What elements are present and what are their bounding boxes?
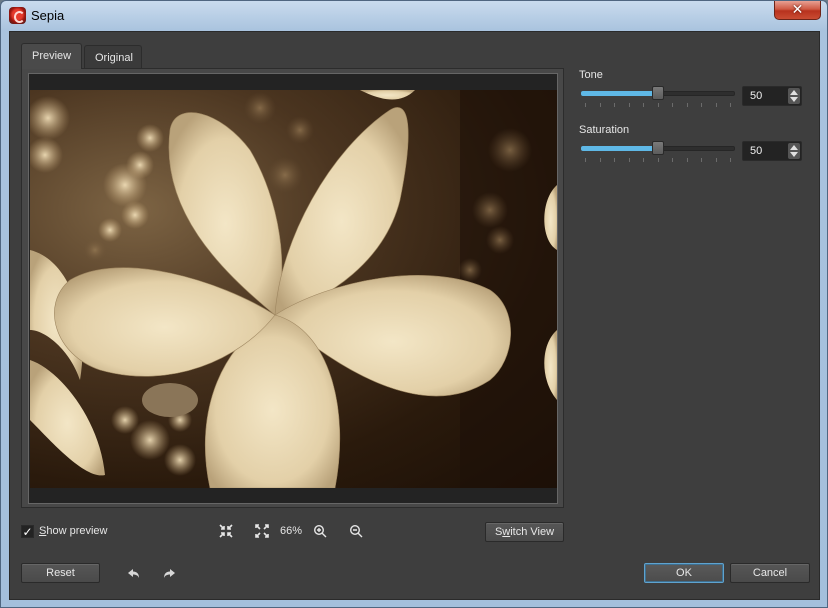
- spin-down-icon[interactable]: [790, 152, 798, 157]
- slider-thumb[interactable]: [652, 141, 664, 155]
- slider-ticks: [585, 103, 731, 107]
- tab-original[interactable]: Original: [84, 45, 142, 69]
- preview-pane: [21, 68, 564, 508]
- saturation-slider[interactable]: [581, 139, 736, 163]
- spin-arrows[interactable]: [788, 88, 800, 104]
- fit-to-window-icon[interactable]: [218, 523, 234, 539]
- label-part: itch View: [510, 526, 555, 538]
- dialog-body: Preview Original ✓ Show preview 66% Swit…: [9, 31, 820, 600]
- slider-fill: [581, 91, 654, 96]
- tab-preview[interactable]: Preview: [21, 43, 82, 69]
- spin-down-icon[interactable]: [790, 97, 798, 102]
- tone-slider[interactable]: [581, 84, 736, 108]
- actual-size-icon[interactable]: [254, 523, 270, 539]
- zoom-in-icon[interactable]: [312, 523, 328, 539]
- switch-view-button[interactable]: Switch View: [485, 522, 564, 542]
- cancel-button[interactable]: Cancel: [730, 563, 810, 583]
- tone-label: Tone: [579, 69, 603, 81]
- close-button[interactable]: ✕: [774, 1, 821, 20]
- saturation-spinbox[interactable]: 50: [742, 141, 802, 161]
- tone-value: 50: [750, 90, 763, 102]
- spin-up-icon[interactable]: [790, 90, 798, 95]
- zoom-level: 66%: [280, 525, 303, 537]
- redo-icon[interactable]: [162, 566, 176, 580]
- tone-spinbox[interactable]: 50: [742, 86, 802, 106]
- app-icon: [9, 7, 26, 24]
- spin-up-icon[interactable]: [790, 145, 798, 150]
- view-toolbar: 66%: [218, 521, 364, 541]
- close-icon: ✕: [791, 2, 804, 18]
- saturation-label: Saturation: [579, 124, 630, 136]
- slider-fill: [581, 146, 654, 151]
- reset-button[interactable]: Reset: [21, 563, 100, 583]
- preview-frame: [28, 73, 558, 504]
- sepia-dialog: Sepia ✕ Preview Original ✓ Show preview …: [0, 0, 828, 608]
- undo-icon[interactable]: [127, 566, 141, 580]
- flower-photo: [30, 90, 557, 488]
- spin-arrows[interactable]: [788, 143, 800, 159]
- window-title: Sepia: [31, 8, 65, 23]
- show-preview-toggle[interactable]: ✓ Show preview: [21, 523, 107, 539]
- slider-thumb[interactable]: [652, 86, 664, 100]
- title-bar: Sepia ✕: [1, 1, 827, 31]
- label-text: how preview: [46, 525, 108, 537]
- slider-ticks: [585, 158, 731, 162]
- zoom-out-icon[interactable]: [348, 523, 364, 539]
- preview-image[interactable]: [30, 90, 557, 488]
- ok-button[interactable]: OK: [644, 563, 724, 583]
- show-preview-label: Show preview: [39, 525, 107, 537]
- saturation-value: 50: [750, 145, 763, 157]
- show-preview-checkbox[interactable]: ✓: [21, 524, 34, 538]
